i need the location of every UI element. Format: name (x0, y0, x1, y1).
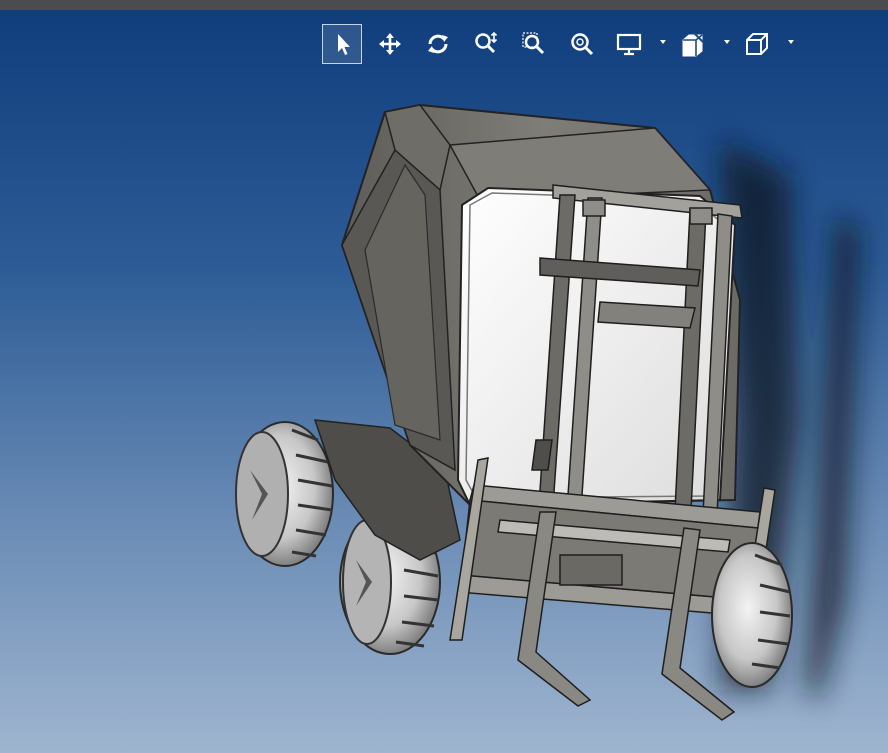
zoom-window-icon (522, 32, 545, 55)
rotate-icon (428, 34, 448, 54)
chevron-down-icon (724, 40, 730, 44)
3d-model-forklift[interactable] (0, 10, 888, 753)
select-tool-button[interactable] (322, 24, 362, 64)
view-orientation-dropdown[interactable] (738, 24, 798, 64)
window-titlebar (0, 0, 888, 10)
pan-tool-button[interactable] (370, 24, 410, 64)
section-view-icon (682, 32, 705, 57)
zoom-window-button[interactable] (514, 24, 554, 64)
chevron-down-icon (660, 40, 666, 44)
rear-wheel-left (235, 421, 334, 567)
zoom-dynamic-icon (475, 31, 498, 54)
3d-viewport[interactable] (0, 10, 888, 753)
section-view-dropdown[interactable] (674, 24, 734, 64)
display-style-icon (616, 33, 642, 56)
zoom-dynamic-button[interactable] (466, 24, 506, 64)
front-wheel-right (711, 542, 793, 688)
chevron-down-icon (788, 40, 794, 44)
zoom-fit-icon (571, 33, 594, 56)
view-orientation-cube-icon (746, 33, 768, 55)
select-arrow-icon (338, 34, 350, 55)
pan-move-icon (379, 33, 401, 55)
display-style-dropdown[interactable] (610, 24, 670, 64)
rotate-tool-button[interactable] (418, 24, 458, 64)
zoom-fit-button[interactable] (562, 24, 602, 64)
view-toolbar (322, 23, 802, 65)
